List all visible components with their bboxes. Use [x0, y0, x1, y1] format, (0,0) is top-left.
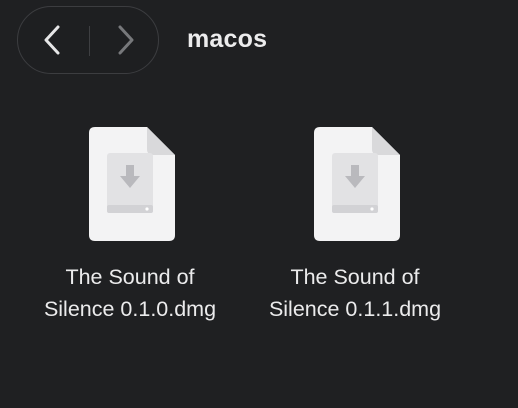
file-name-line: Silence 0.1.1.dmg — [268, 297, 442, 321]
file-name: The Sound of Silence 0.1.1.dmg — [255, 261, 455, 325]
file-grid: The Sound of Silence 0.1.0.dmg The Sound… — [0, 84, 518, 408]
window-title: macos — [187, 25, 268, 53]
file-name-line: The Sound of — [290, 265, 420, 289]
file-item[interactable]: The Sound of Silence 0.1.1.dmg — [255, 124, 455, 334]
forward-button[interactable] — [90, 7, 160, 73]
back-button[interactable] — [18, 7, 88, 73]
navigation-button-group — [17, 6, 159, 74]
file-name-line: Silence 0.1.0.dmg — [43, 297, 217, 321]
file-name: The Sound of Silence 0.1.0.dmg — [30, 261, 230, 325]
file-name-line: The Sound of — [65, 265, 195, 289]
chevron-left-icon — [44, 25, 60, 55]
file-item[interactable]: The Sound of Silence 0.1.0.dmg — [30, 124, 230, 334]
chevron-right-icon — [118, 25, 134, 55]
dmg-file-icon — [314, 127, 400, 241]
dmg-file-icon — [89, 127, 175, 241]
finder-toolbar: macos — [0, 0, 518, 84]
